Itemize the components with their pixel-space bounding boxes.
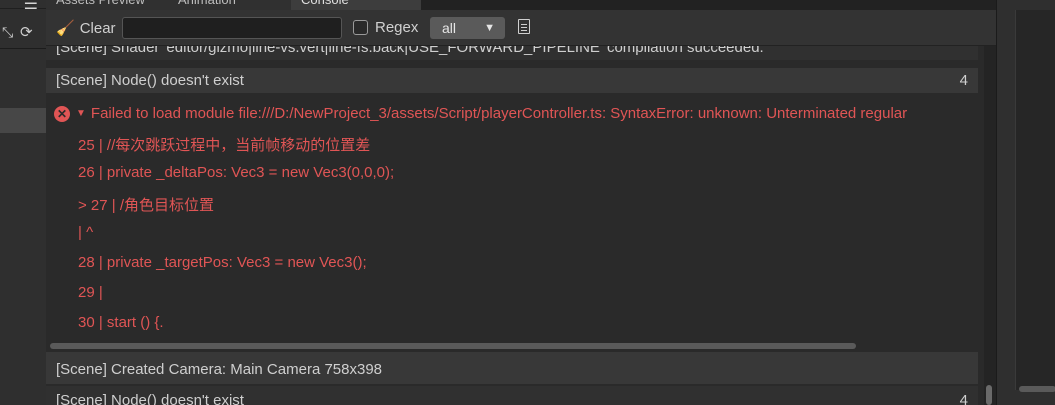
menu-icon[interactable]: ☰ <box>24 0 38 14</box>
vertical-scrollbar-thumb[interactable] <box>986 385 992 405</box>
log-level-select[interactable]: all ▼ <box>430 17 505 39</box>
error-code-line: 29 | <box>78 284 103 301</box>
log-level-value: all <box>442 20 457 36</box>
refresh-icon[interactable]: ⟳ <box>20 23 33 41</box>
divider <box>0 48 46 49</box>
tab-console[interactable]: Console <box>291 0 421 10</box>
horizontal-scrollbar[interactable] <box>50 343 856 349</box>
collapse-icon[interactable]: ⤡ <box>2 24 13 41</box>
vertical-scrollbar-track[interactable] <box>984 46 996 405</box>
broom-icon: 🧹 <box>56 20 75 37</box>
log-text: [Scene] Node() doesn't exist <box>56 392 244 405</box>
log-count-badge: 4 <box>959 72 968 89</box>
clear-label: Clear <box>79 19 116 37</box>
log-text: [Scene] Node() doesn't exist <box>56 72 244 89</box>
horizontal-scrollbar[interactable] <box>1019 386 1055 392</box>
error-code-line: 25 | //每次跳跃过程中，当前帧移动的位置差 <box>78 137 371 154</box>
error-code-line: | ^ <box>78 224 94 241</box>
tab-assets-preview[interactable]: Assets Preview <box>46 0 186 10</box>
left-panel: ☰ ⤡ ⟳ <box>0 0 46 405</box>
regex-label: Regex <box>375 19 419 36</box>
log-count-badge: 4 <box>959 392 968 405</box>
list-item[interactable]: [Scene] Created Camera: Main Camera 758x… <box>46 352 978 384</box>
right-panel-content <box>1015 10 1055 390</box>
console-log-list: [Scene] Shader 'editor/gizmo|line-vs.ver… <box>46 46 984 405</box>
console-toolbar: 🧹 Clear Regex all ▼ <box>46 10 996 46</box>
tab-animation[interactable]: Animation <box>168 0 308 10</box>
selected-tree-item[interactable] <box>0 108 46 133</box>
error-code-line: 30 | start () {. <box>78 314 164 331</box>
list-item[interactable]: [Scene] Node() doesn't exist 4 <box>46 68 978 93</box>
list-item[interactable]: [Scene] Node() doesn't exist 4 <box>46 386 978 405</box>
expand-caret-icon[interactable]: ▼ <box>76 108 86 119</box>
open-log-file-icon[interactable] <box>518 19 530 34</box>
clear-button[interactable]: 🧹 Clear <box>56 18 116 38</box>
log-text: [Scene] Shader 'editor/gizmo|line-vs.ver… <box>56 46 764 56</box>
dropdown-arrow-icon: ▼ <box>484 22 495 34</box>
error-message: Failed to load module file:///D:/NewProj… <box>90 105 908 122</box>
error-icon: ✕ <box>54 105 70 122</box>
error-header[interactable]: ✕ ▼ Failed to load module file:///D:/New… <box>54 105 907 122</box>
error-code-line: > 27 | /角色目标位置 <box>78 197 215 214</box>
list-item[interactable]: [Scene] Shader 'editor/gizmo|line-vs.ver… <box>46 46 978 60</box>
right-panel <box>996 0 1055 405</box>
search-input[interactable] <box>122 17 342 39</box>
tab-bar: Assets Preview Animation Console <box>46 0 996 10</box>
error-code-line: 26 | private _deltaPos: Vec3 = new Vec3(… <box>78 164 395 181</box>
log-text: [Scene] Created Camera: Main Camera 758x… <box>56 361 383 378</box>
error-code-line: 28 | private _targetPos: Vec3 = new Vec3… <box>78 254 367 271</box>
regex-checkbox[interactable] <box>353 20 368 35</box>
